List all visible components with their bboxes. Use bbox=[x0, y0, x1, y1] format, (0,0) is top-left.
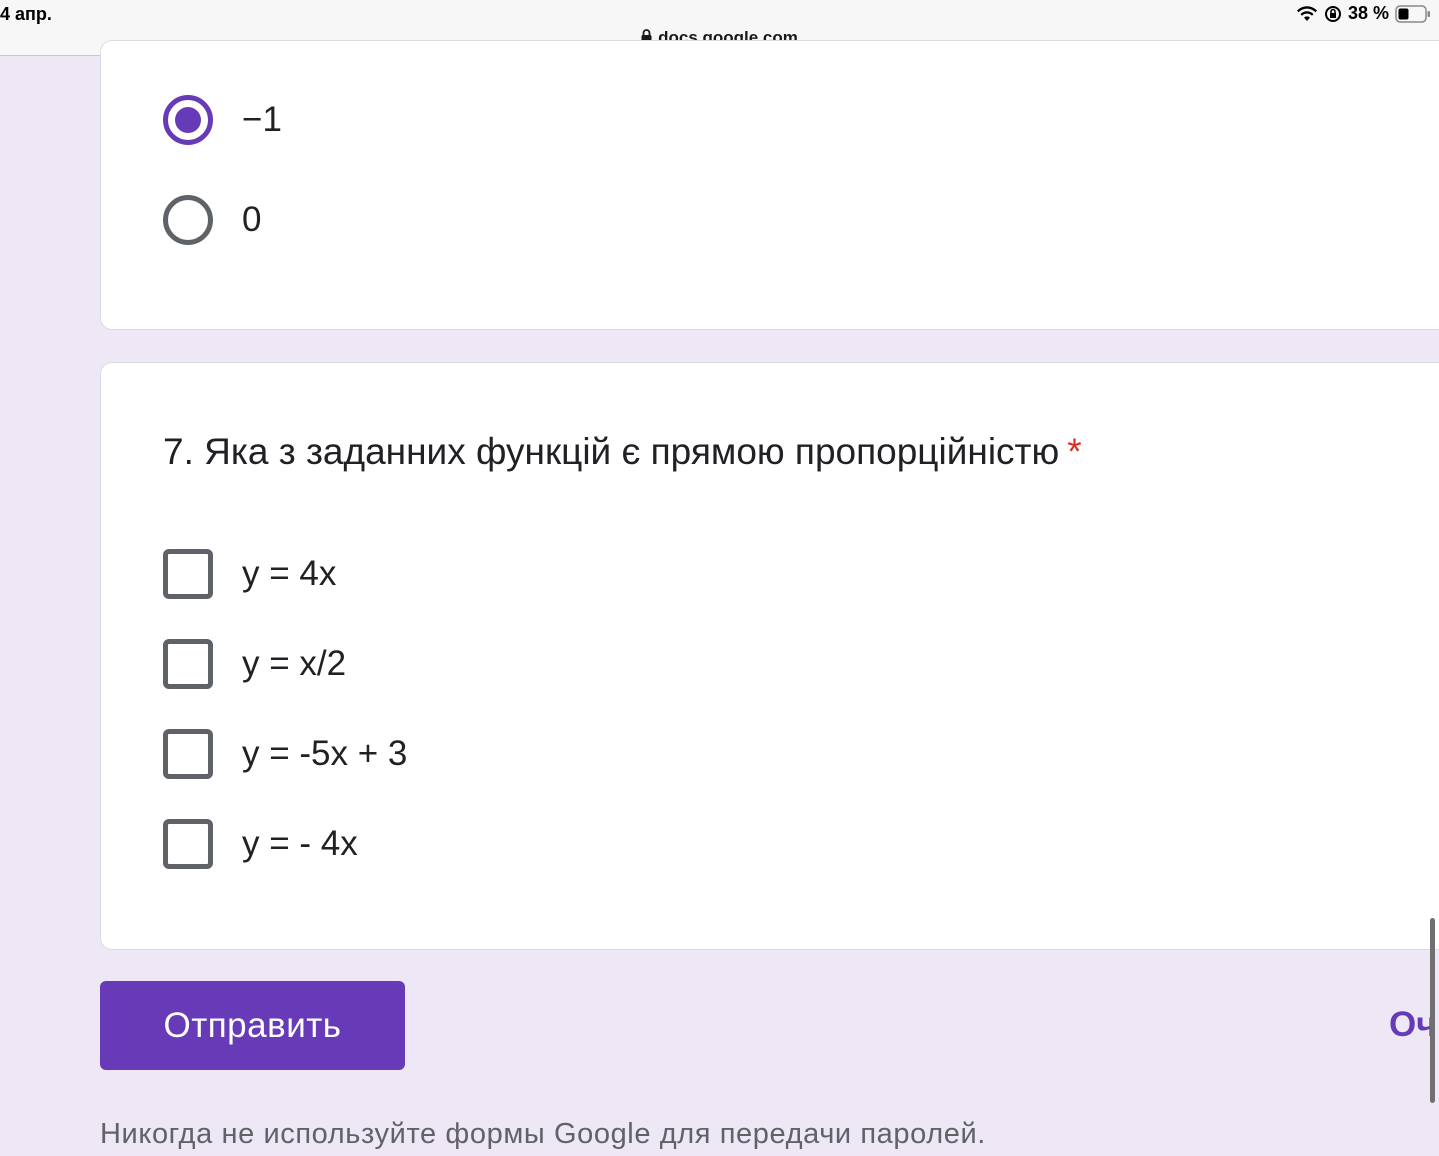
option-label: y = x/2 bbox=[242, 644, 347, 683]
option-label: y = - 4x bbox=[242, 824, 358, 863]
submit-button[interactable]: Отправить bbox=[100, 981, 405, 1070]
radio-button[interactable] bbox=[163, 195, 213, 245]
checkbox-option[interactable]: y = x/2 bbox=[163, 639, 346, 689]
option-label: y = -5x + 3 bbox=[242, 734, 408, 773]
battery-icon bbox=[1395, 4, 1431, 23]
password-warning-note: Никогда не используйте формы Google для … bbox=[100, 1118, 986, 1150]
status-indicators: 38 % bbox=[1296, 3, 1431, 24]
status-time: 4 апр. bbox=[0, 4, 52, 24]
radio-button-selected[interactable] bbox=[163, 95, 213, 145]
question-title: 7. Яка з заданних функцій є прямою пропо… bbox=[163, 431, 1082, 473]
checkbox[interactable] bbox=[163, 729, 213, 779]
question-text: 7. Яка з заданних функцій є прямою пропо… bbox=[163, 431, 1060, 472]
radio-option[interactable]: 0 bbox=[163, 195, 261, 245]
checkbox[interactable] bbox=[163, 549, 213, 599]
checkbox-option[interactable]: y = - 4x bbox=[163, 819, 358, 869]
checkbox-option[interactable]: y = -5x + 3 bbox=[163, 729, 407, 779]
question-card-7: 7. Яка з заданних функцій є прямою пропо… bbox=[100, 362, 1439, 950]
scrollbar[interactable] bbox=[1430, 918, 1435, 1103]
checkbox[interactable] bbox=[163, 819, 213, 869]
required-asterisk: * bbox=[1067, 431, 1082, 472]
checkbox-option[interactable]: y = 4x bbox=[163, 549, 336, 599]
option-label: y = 4x bbox=[242, 554, 337, 593]
battery-percent: 38 % bbox=[1347, 3, 1389, 23]
option-label: −1 bbox=[242, 100, 282, 139]
question-card-previous: −1 0 bbox=[100, 40, 1439, 330]
option-label: 0 bbox=[242, 200, 262, 239]
radio-option[interactable]: −1 bbox=[163, 95, 282, 145]
checkbox[interactable] bbox=[163, 639, 213, 689]
wifi-icon bbox=[1296, 5, 1318, 23]
rotation-lock-icon bbox=[1324, 5, 1342, 23]
